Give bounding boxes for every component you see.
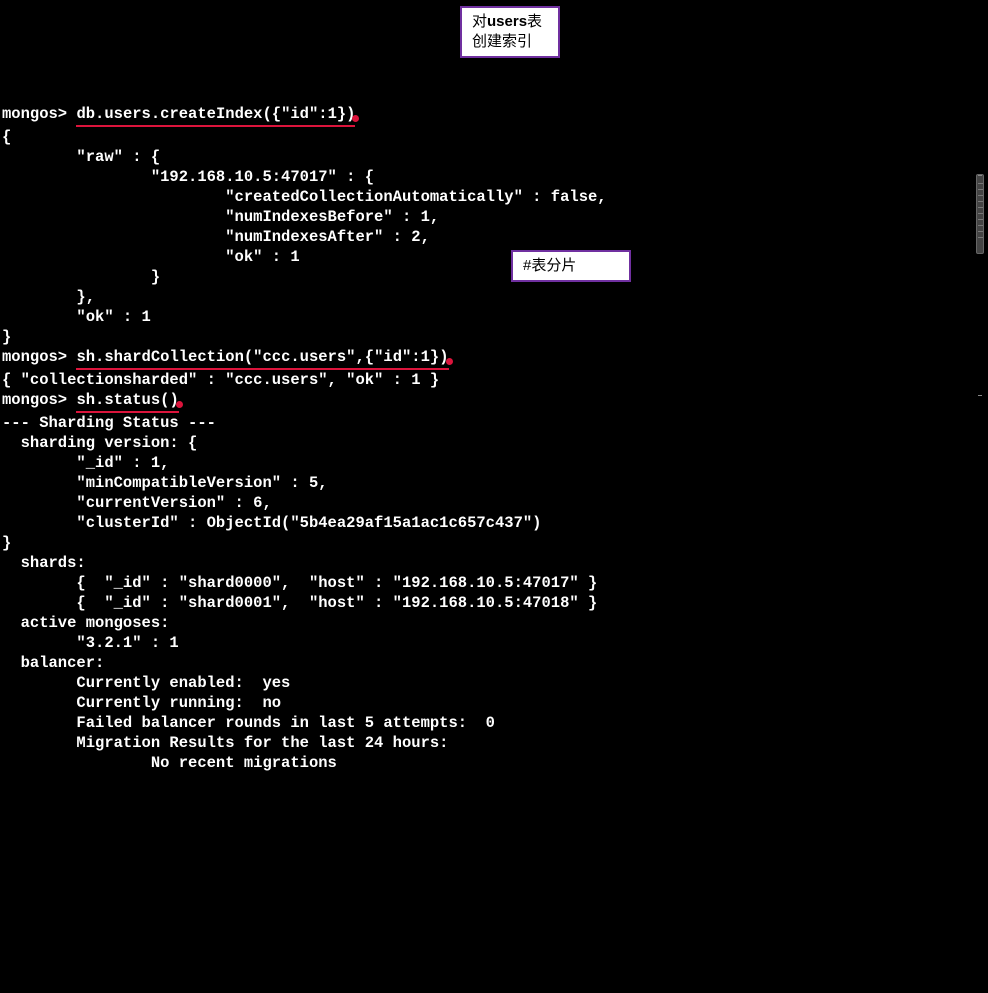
output-line: "createdCollectionAutomatically" : false… <box>2 188 607 206</box>
output-line: "currentVersion" : 6, <box>2 494 272 512</box>
output-line: "numIndexesBefore" : 1, <box>2 208 439 226</box>
command-sh-status: sh.status() <box>76 390 178 413</box>
scrollbar-indicator[interactable] <box>976 174 984 254</box>
output-line: "numIndexesAfter" : 2, <box>2 228 430 246</box>
output-line: No recent migrations <box>2 754 337 772</box>
output-line: { "_id" : "shard0001", "host" : "192.168… <box>2 594 597 612</box>
output-line: Currently running: no <box>2 694 281 712</box>
callout-text: 对 <box>472 13 487 30</box>
prompt: mongos> <box>2 105 67 123</box>
callout-text-bold: users <box>487 13 527 30</box>
callout-text: #表分片 <box>523 257 576 274</box>
output-line: Failed balancer rounds in last 5 attempt… <box>2 714 495 732</box>
underline-dot <box>176 401 183 408</box>
output-line: Currently enabled: yes <box>2 674 290 692</box>
output-line: "ok" : 1 <box>2 308 151 326</box>
output-line: }, <box>2 288 95 306</box>
terminal-output[interactable]: mongos> db.users.createIndex({"id":1}) {… <box>0 80 988 773</box>
output-line: "3.2.1" : 1 <box>2 634 179 652</box>
output-line: { <box>2 128 11 146</box>
output-line: { "collectionsharded" : "ccc.users", "ok… <box>2 371 439 389</box>
output-line: "minCompatibleVersion" : 5, <box>2 474 328 492</box>
output-line: "ok" : 1 <box>2 248 300 266</box>
output-line: } <box>2 268 160 286</box>
underline-dot <box>446 358 453 365</box>
command-shard-collection: sh.shardCollection("ccc.users",{"id":1}) <box>76 347 448 370</box>
output-line: "192.168.10.5:47017" : { <box>2 168 374 186</box>
callout-text: 创建索引 <box>472 33 532 50</box>
annotation-callout-shard: #表分片 <box>511 250 631 282</box>
output-line: sharding version: { <box>2 434 197 452</box>
prompt: mongos> <box>2 391 67 409</box>
output-line: shards: <box>2 554 86 572</box>
output-line: active mongoses: <box>2 614 169 632</box>
output-line: } <box>2 328 11 346</box>
command-create-index: db.users.createIndex({"id":1}) <box>76 104 355 127</box>
output-line: Migration Results for the last 24 hours: <box>2 734 448 752</box>
prompt: mongos> <box>2 348 67 366</box>
underline-dot <box>352 115 359 122</box>
output-line: balancer: <box>2 654 104 672</box>
output-line: "clusterId" : ObjectId("5b4ea29af15a1ac1… <box>2 514 542 532</box>
output-line: --- Sharding Status --- <box>2 414 216 432</box>
annotation-callout-create-index: 对users表 创建索引 <box>460 6 560 58</box>
output-line: "_id" : 1, <box>2 454 169 472</box>
output-line: } <box>2 534 11 552</box>
output-line: { "_id" : "shard0000", "host" : "192.168… <box>2 574 597 592</box>
callout-text: 表 <box>527 13 542 30</box>
output-line: "raw" : { <box>2 148 160 166</box>
